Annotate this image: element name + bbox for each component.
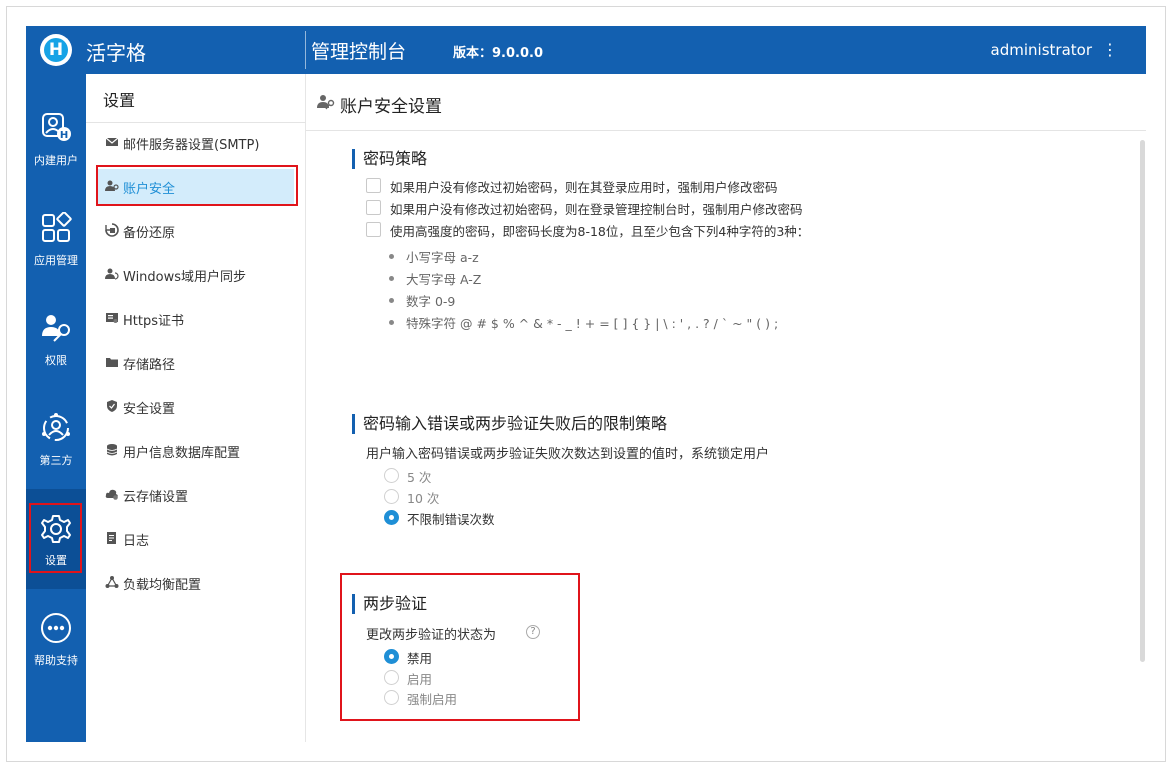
svg-text:H: H <box>60 130 68 141</box>
nav-item-user-db-config[interactable]: 用户信息数据库配置 <box>98 433 294 469</box>
rail-item-permissions[interactable]: 权限 <box>26 304 86 404</box>
highlight-settings-rail <box>29 503 82 573</box>
user-key-icon <box>42 315 70 342</box>
kebab-menu-icon[interactable]: ⋮ <box>1102 38 1118 62</box>
user-badge-icon: H <box>42 113 71 141</box>
highlight-two-factor <box>340 573 580 721</box>
rail-label: 权限 <box>45 354 67 367</box>
nav-title: 设置 <box>103 91 136 110</box>
load-balance-icon <box>105 576 119 588</box>
page-title: 账户安全设置 <box>340 97 442 117</box>
nav-item-windows-sync[interactable]: Windows域用户同步 <box>98 257 294 293</box>
more-dots-icon <box>41 613 71 643</box>
folder-icon <box>106 358 118 367</box>
certificate-icon <box>106 313 118 323</box>
nav-item-backup-restore[interactable]: 备份还原 <box>98 213 294 249</box>
console-title: 管理控制台 <box>311 41 407 63</box>
nav-item-https-cert[interactable]: Https证书 <box>98 301 294 337</box>
lockout-description: 用户输入密码错误或两步验证失败次数达到设置的值时，系统锁定用户 <box>366 447 770 462</box>
checkbox[interactable] <box>366 178 381 193</box>
sync-users-icon <box>105 268 119 280</box>
user-menu[interactable]: administrator <box>991 41 1092 59</box>
rail-item-app-management[interactable]: 应用管理 <box>26 204 86 304</box>
rail-label: 应用管理 <box>34 254 78 267</box>
main-header: 账户安全设置 <box>306 74 1146 131</box>
radio-label: 10 次 <box>407 491 440 506</box>
checkbox-label: 使用高强度的密码，即密码长度为8-18位，且至少包含下列4种字符的3种： <box>390 224 810 239</box>
radio-button[interactable] <box>384 510 399 525</box>
cloud-icon <box>105 489 118 500</box>
third-party-icon <box>42 413 70 441</box>
nav-item-smtp[interactable]: 邮件服务器设置(SMTP) <box>98 125 294 161</box>
backup-icon <box>105 223 119 237</box>
radio-button[interactable] <box>384 489 399 504</box>
vertical-scrollbar[interactable] <box>1140 140 1145 662</box>
shield-icon <box>107 400 117 412</box>
checkbox-label: 如果用户没有修改过初始密码，则在其登录应用时，强制用户修改密码 <box>390 180 778 195</box>
top-bar: H 活字格 管理控制台 版本：9.0.0.0 administrator ⋮ <box>26 26 1146 74</box>
top-divider <box>305 31 306 69</box>
rail-label: 帮助支持 <box>34 654 78 667</box>
logo-letter: H <box>48 40 64 60</box>
rail-item-builtin-users[interactable]: H 内建用户 <box>26 104 86 204</box>
checkbox[interactable] <box>366 200 381 215</box>
version-label: 版本：9.0.0.0 <box>453 46 543 61</box>
nav-item-cloud-storage[interactable]: 云存储设置 <box>98 477 294 513</box>
apps-grid-icon <box>42 212 72 242</box>
log-icon <box>107 532 116 544</box>
nav-divider <box>86 122 306 123</box>
nav-item-storage-path[interactable]: 存储路径 <box>98 345 294 381</box>
nav-item-load-balance[interactable]: 负载均衡配置 <box>98 565 294 601</box>
mail-icon <box>105 137 119 146</box>
user-key-icon <box>317 95 335 110</box>
nav-item-security-settings[interactable]: 安全设置 <box>98 389 294 425</box>
section-password-policy: 密码策略 <box>352 149 427 169</box>
radio-label: 不限制错误次数 <box>407 512 495 527</box>
brand-name: 活字格 <box>86 41 146 65</box>
section-lockout-policy: 密码输入错误或两步验证失败后的限制策略 <box>352 414 667 434</box>
highlight-account-security <box>96 165 298 206</box>
checkbox-label: 如果用户没有修改过初始密码，则在登录管理控制台时，强制用户修改密码 <box>390 202 803 217</box>
radio-button[interactable] <box>384 468 399 483</box>
left-icon-rail: H 内建用户 应用管理 权限 第三方 设置 帮助支持 <box>26 74 86 742</box>
radio-label: 5 次 <box>407 470 432 485</box>
database-icon <box>106 444 118 456</box>
nav-item-log[interactable]: 日志 <box>98 521 294 557</box>
rail-item-help[interactable]: 帮助支持 <box>26 604 86 704</box>
rail-label: 内建用户 <box>34 154 78 167</box>
checkbox[interactable] <box>366 222 381 237</box>
rail-label: 第三方 <box>39 454 73 467</box>
